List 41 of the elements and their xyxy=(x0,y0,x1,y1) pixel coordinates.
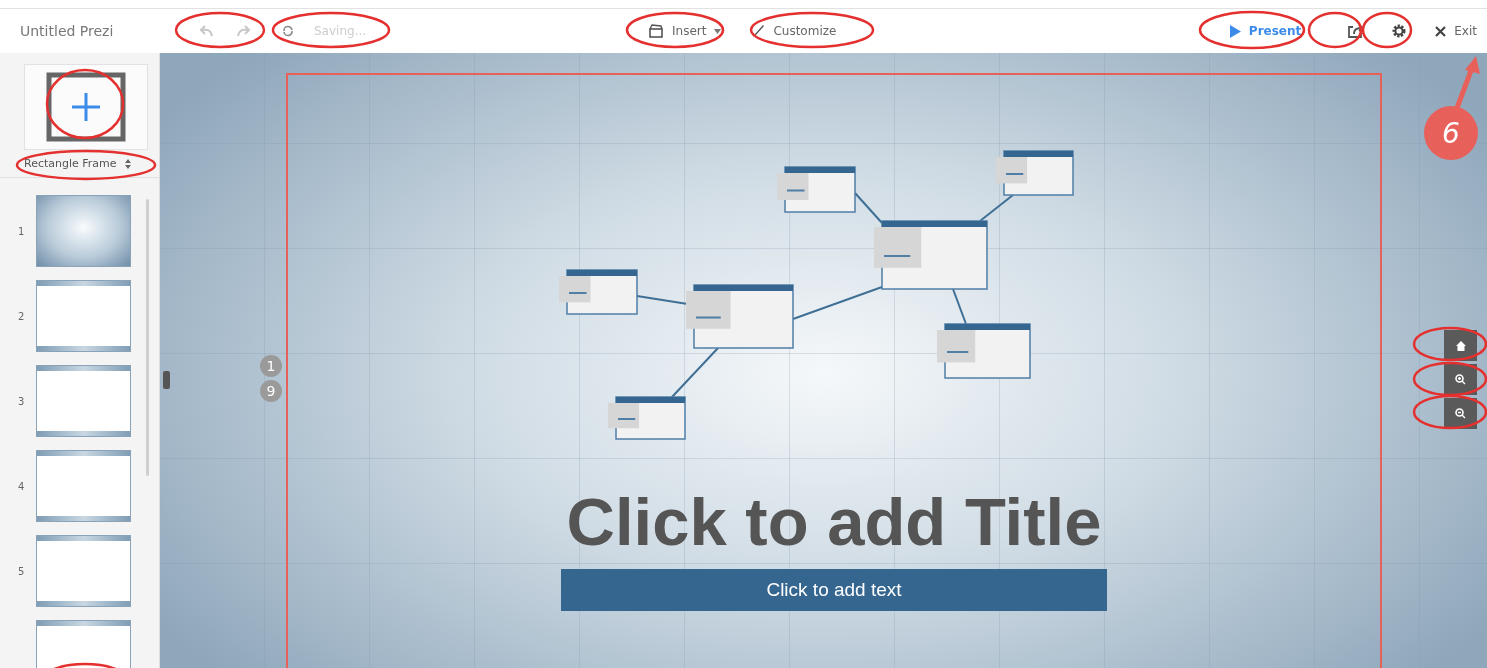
connector-line xyxy=(979,194,1014,222)
frame-type-dropdown[interactable]: Rectangle Frame xyxy=(24,154,131,173)
play-icon xyxy=(1229,24,1241,38)
highlight-ellipse xyxy=(1361,11,1413,49)
sync-icon xyxy=(282,25,294,37)
slide-frame[interactable]: Click to add Title Click to add text xyxy=(286,73,1382,668)
slide-number: 1 xyxy=(17,225,26,237)
slide-thumbnail[interactable] xyxy=(36,195,131,267)
settings-icon[interactable] xyxy=(1391,23,1408,39)
add-frame-button[interactable] xyxy=(24,64,148,150)
slide-thumbnail[interactable] xyxy=(36,365,131,437)
zoom-out-icon xyxy=(1455,408,1466,419)
zoom-in-icon xyxy=(1455,374,1466,385)
connector-line xyxy=(952,288,967,325)
callout-badge: 6 xyxy=(1424,106,1478,160)
redo-icon[interactable] xyxy=(236,25,252,37)
scrollbar[interactable] xyxy=(146,199,149,476)
present-button[interactable]: Present xyxy=(1221,20,1310,42)
stepper-icon xyxy=(124,158,131,169)
customize-button[interactable]: Customize xyxy=(743,20,845,42)
subtitle-field[interactable]: Click to add text xyxy=(561,569,1107,611)
insert-button[interactable]: Insert xyxy=(640,20,730,42)
undo-icon[interactable] xyxy=(198,25,214,37)
home-icon xyxy=(1455,340,1466,351)
slide-thumbnail[interactable] xyxy=(36,450,131,522)
slide-thumbnail[interactable] xyxy=(36,535,131,607)
callout-arrow xyxy=(1454,56,1480,109)
slide-thumbnail[interactable] xyxy=(36,280,131,352)
slide-number: 2 xyxy=(17,310,26,322)
slide-number: 4 xyxy=(17,480,26,492)
document-title[interactable]: Untitled Prezi xyxy=(20,23,180,39)
exit-button[interactable]: Exit xyxy=(1433,20,1479,42)
close-icon xyxy=(1435,25,1447,37)
slide-title[interactable]: Click to add Title xyxy=(566,488,1102,555)
panel-handle[interactable] xyxy=(163,371,170,389)
slide-number: 3 xyxy=(17,395,26,407)
slide-number: 5 xyxy=(17,565,26,577)
connector-line xyxy=(671,347,719,398)
caret-icon xyxy=(714,28,722,34)
insert-icon xyxy=(648,24,664,38)
connector-line xyxy=(854,192,883,224)
